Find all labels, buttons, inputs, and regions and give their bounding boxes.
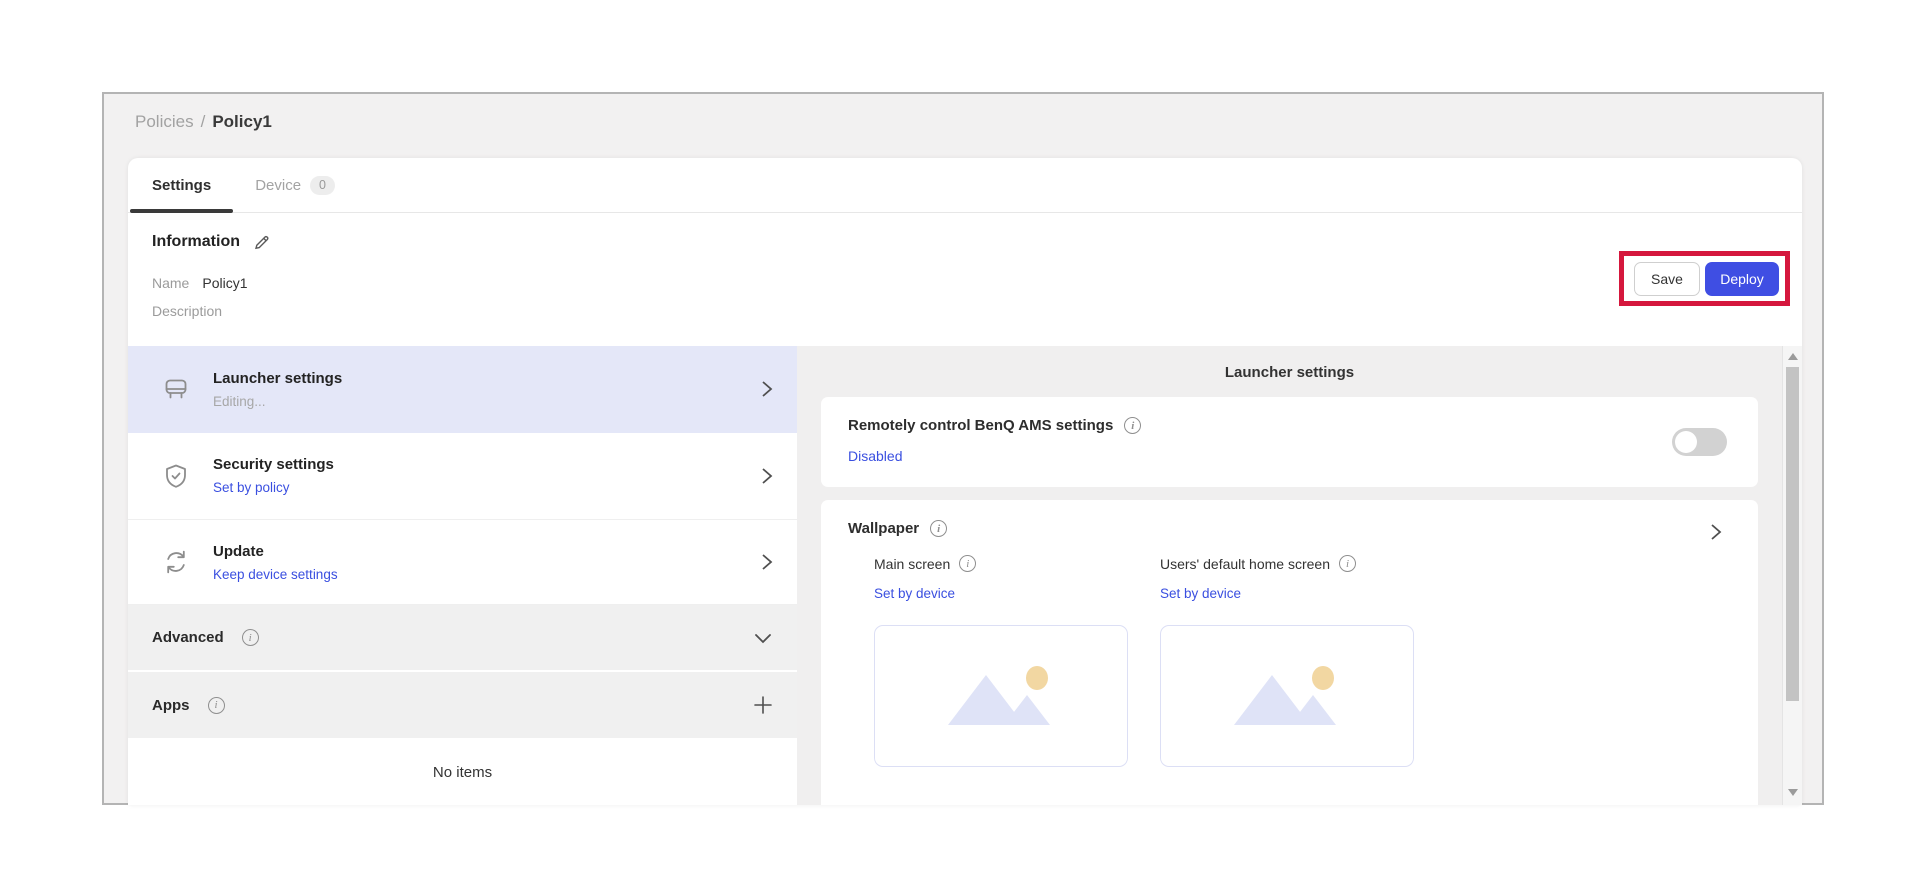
- tab-settings[interactable]: Settings: [130, 158, 233, 212]
- menu-item-title: Update: [213, 543, 338, 560]
- group-label: Apps: [152, 697, 190, 714]
- toggle-knob: [1675, 431, 1697, 453]
- remote-control-card: Remotely control BenQ AMS settings i Dis…: [821, 397, 1758, 487]
- remote-control-status-link[interactable]: Disabled: [848, 448, 902, 464]
- main-screen-label: Main screen: [874, 556, 950, 572]
- info-icon[interactable]: i: [959, 555, 976, 572]
- save-button[interactable]: Save: [1634, 262, 1700, 296]
- information-section: Information Name Policy1 Description Save…: [128, 213, 1802, 346]
- main-screen-wallpaper-placeholder[interactable]: [874, 625, 1128, 767]
- policy-detail-window: Policies / Policy1 Settings Device 0 Inf…: [102, 92, 1824, 805]
- remote-control-toggle[interactable]: [1672, 428, 1727, 456]
- content-split: Launcher settings Editing... Security se…: [128, 346, 1802, 805]
- scroll-down-icon[interactable]: [1788, 789, 1798, 796]
- info-icon[interactable]: i: [1124, 417, 1141, 434]
- scrollbar-thumb[interactable]: [1786, 367, 1799, 701]
- info-icon[interactable]: i: [1339, 555, 1356, 572]
- image-placeholder-icon: [1224, 659, 1350, 733]
- breadcrumb-policies-link[interactable]: Policies: [135, 112, 194, 132]
- panel-title: Launcher settings: [797, 364, 1782, 381]
- edit-pencil-icon[interactable]: [253, 233, 271, 251]
- launcher-icon: [162, 375, 190, 403]
- chevron-right-icon[interactable]: [1709, 522, 1722, 542]
- group-advanced[interactable]: Advanced i: [128, 605, 797, 672]
- empty-state-text: No items: [433, 764, 492, 781]
- policy-card: Settings Device 0 Information Name Policy…: [128, 158, 1802, 805]
- default-home-screen-set-by-device-link[interactable]: Set by device: [1160, 586, 1241, 601]
- menu-item-title: Security settings: [213, 456, 334, 473]
- scroll-up-icon[interactable]: [1788, 353, 1798, 360]
- wallpaper-card: Wallpaper i Main screen i: [821, 500, 1758, 805]
- chevron-right-icon: [760, 379, 773, 399]
- menu-item-security-settings[interactable]: Security settings Set by policy: [128, 433, 797, 520]
- main-screen-set-by-device-link[interactable]: Set by device: [874, 586, 955, 601]
- save-deploy-annotation-box: Save Deploy: [1619, 251, 1790, 306]
- name-value: Policy1: [202, 275, 247, 291]
- menu-item-update[interactable]: Update Keep device settings: [128, 520, 797, 606]
- default-home-screen-wallpaper-placeholder[interactable]: [1160, 625, 1414, 767]
- device-count-badge: 0: [310, 176, 335, 195]
- settings-menu: Launcher settings Editing... Security se…: [128, 346, 797, 805]
- remote-control-label: Remotely control BenQ AMS settings: [848, 417, 1113, 434]
- tab-bar: Settings Device 0: [128, 158, 1802, 213]
- panel-scrollbar[interactable]: [1782, 346, 1802, 805]
- deploy-button[interactable]: Deploy: [1705, 262, 1779, 296]
- info-icon[interactable]: i: [208, 697, 225, 714]
- menu-item-launcher-settings[interactable]: Launcher settings Editing...: [128, 346, 797, 433]
- name-label: Name: [152, 275, 189, 291]
- default-home-screen-label: Users' default home screen: [1160, 556, 1330, 572]
- chevron-right-icon: [760, 552, 773, 572]
- tab-device-label: Device: [255, 177, 301, 194]
- image-placeholder-icon: [938, 659, 1064, 733]
- breadcrumb-current-policy: Policy1: [212, 112, 272, 132]
- shield-check-icon: [162, 462, 190, 490]
- menu-item-status-link[interactable]: Set by policy: [213, 480, 334, 495]
- group-apps[interactable]: Apps i: [128, 672, 797, 740]
- breadcrumb: Policies / Policy1: [135, 112, 272, 132]
- group-label: Advanced: [152, 629, 224, 646]
- menu-item-status-link[interactable]: Keep device settings: [213, 567, 338, 582]
- tab-device[interactable]: Device 0: [233, 158, 357, 212]
- launcher-settings-panel: Launcher settings Remotely control BenQ …: [797, 346, 1802, 805]
- tab-settings-label: Settings: [152, 177, 211, 194]
- breadcrumb-separator: /: [201, 112, 206, 132]
- plus-icon[interactable]: [753, 695, 773, 715]
- information-title: Information: [152, 233, 240, 251]
- menu-item-title: Launcher settings: [213, 370, 342, 387]
- description-label: Description: [152, 303, 222, 319]
- info-icon[interactable]: i: [242, 629, 259, 646]
- refresh-icon: [162, 548, 190, 576]
- chevron-right-icon: [760, 466, 773, 486]
- chevron-down-icon[interactable]: [753, 628, 773, 648]
- menu-item-status: Editing...: [213, 394, 342, 409]
- apps-empty-state: No items: [128, 740, 797, 805]
